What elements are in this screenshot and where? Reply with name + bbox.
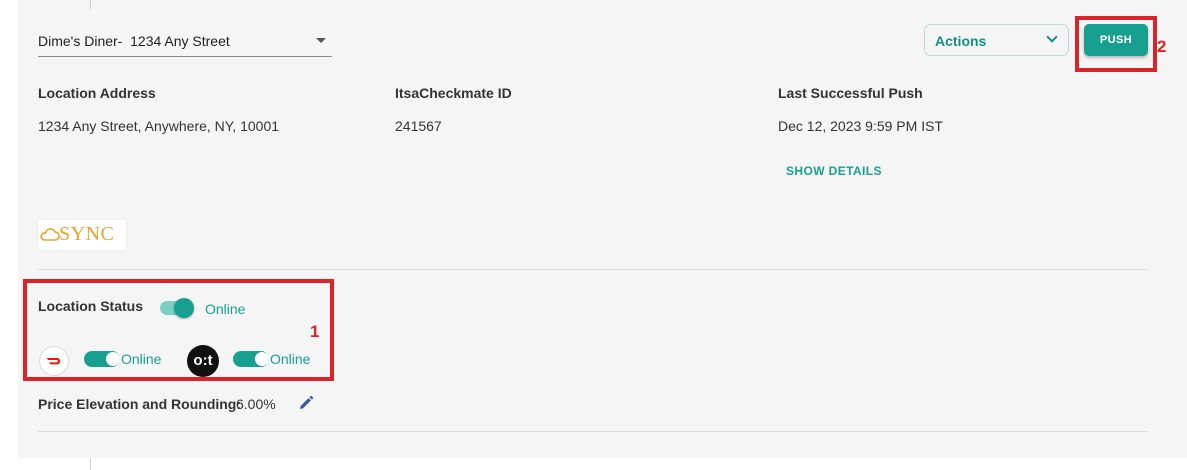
caret-down-icon: [316, 38, 326, 43]
bottom-divider: [38, 431, 1148, 432]
price-elevation-label: Price Elevation and Rounding:: [38, 396, 242, 412]
toggle-knob: [174, 298, 194, 318]
doordash-glyph: [46, 358, 61, 365]
location-select[interactable]: Dime's Diner- 1234 Any Street: [38, 22, 332, 57]
ot-icon: o:t: [187, 345, 219, 377]
ot-logo-text: o:t: [193, 352, 213, 369]
doordash-toggle[interactable]: [84, 349, 120, 369]
ot-status-text: Online: [270, 351, 311, 367]
doordash-status-text: Online: [121, 351, 162, 367]
doordash-icon: [39, 346, 69, 376]
sync-logo-text: SYNC: [59, 223, 115, 245]
last-push-header: Last Successful Push: [778, 85, 923, 101]
divider-top: [90, 0, 91, 10]
content-panel: [18, 0, 1187, 458]
chevron-down-icon: [1046, 31, 1058, 43]
location-select-value: Dime's Diner- 1234 Any Street: [38, 33, 230, 49]
pencil-glyph: [300, 395, 314, 409]
checkmate-id-value: 241567: [395, 118, 442, 134]
edit-pencil-icon[interactable]: [298, 395, 314, 416]
location-address-header: Location Address: [38, 85, 156, 101]
actions-dropdown[interactable]: Actions: [924, 24, 1069, 56]
toggle-knob: [106, 352, 120, 366]
show-details-link[interactable]: SHOW DETAILS: [786, 164, 882, 178]
section-divider: [38, 269, 1148, 270]
location-status-text: Online: [205, 301, 246, 317]
location-status-toggle[interactable]: [160, 298, 196, 318]
sync-logo: SYNC: [38, 220, 126, 250]
ot-toggle[interactable]: [233, 349, 269, 369]
checkmate-id-header: ItsaCheckmate ID: [395, 85, 512, 101]
location-status-label: Location Status: [38, 298, 144, 314]
annotation-marker-2: 2: [1157, 37, 1167, 56]
divider-bottom: [90, 458, 91, 470]
toggle-knob: [255, 352, 269, 366]
last-push-value: Dec 12, 2023 9:59 PM IST: [778, 118, 943, 134]
cloud-icon: [40, 228, 60, 241]
annotation-marker-1: 1: [310, 322, 320, 341]
location-address-value: 1234 Any Street, Anywhere, NY, 10001: [38, 118, 280, 134]
price-elevation-value: 6.00%: [236, 396, 276, 412]
actions-label: Actions: [935, 33, 987, 49]
push-button-label: PUSH: [1099, 34, 1133, 46]
push-button[interactable]: PUSH: [1084, 24, 1148, 56]
